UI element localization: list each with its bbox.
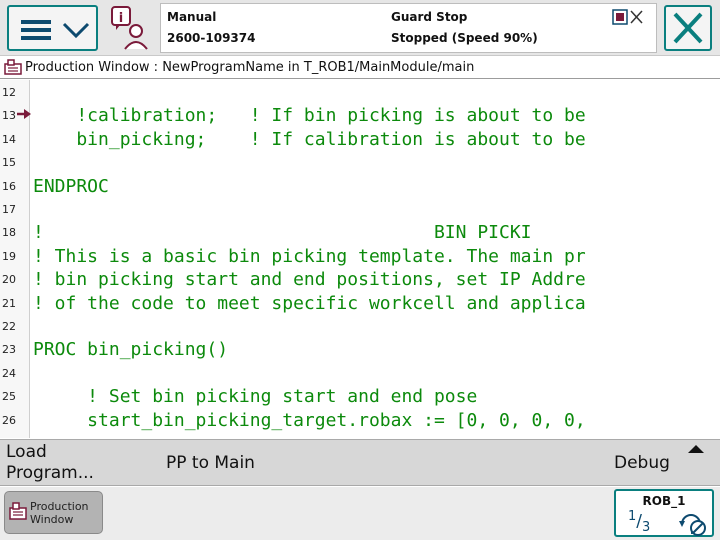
task-bar: Production Window ROB_1 1/3 bbox=[0, 487, 720, 540]
code-line[interactable]: 14 bin_picking; ! If calibration is abou… bbox=[0, 127, 720, 150]
code-line[interactable]: 16 ENDPROC bbox=[0, 174, 720, 197]
line-number: 13 bbox=[2, 109, 16, 123]
code-line[interactable]: 13 !calibration; ! If bin picking is abo… bbox=[0, 103, 720, 126]
code-line[interactable]: 21 ! of the code to meet specific workcel… bbox=[0, 291, 720, 314]
run-mode-icon bbox=[679, 514, 706, 536]
code-line[interactable]: 12 bbox=[0, 80, 720, 103]
line-number: 16 bbox=[2, 179, 16, 193]
line-number: 20 bbox=[2, 273, 16, 287]
line-number: 15 bbox=[2, 156, 16, 170]
safety-state: Guard Stop bbox=[391, 10, 468, 24]
close-icon bbox=[673, 12, 703, 44]
program-pointer-arrow-icon bbox=[17, 109, 31, 120]
code-line[interactable]: 24 bbox=[0, 361, 720, 384]
command-bar: Load Program... PP to Main Debug bbox=[0, 439, 720, 486]
line-number: 24 bbox=[2, 366, 16, 380]
debug-menu-button[interactable]: Debug bbox=[614, 453, 670, 474]
hamburger-menu-icon bbox=[21, 20, 51, 40]
increment-denominator: 3 bbox=[642, 520, 651, 536]
line-number: 17 bbox=[2, 203, 16, 216]
event-log-icon: i bbox=[111, 6, 148, 50]
mechanical-unit-label: ROB_1 bbox=[642, 494, 686, 508]
task-label-line1: Production bbox=[30, 500, 89, 513]
code-text: !calibration; ! If bin picking is about … bbox=[33, 105, 586, 127]
increment-indicator: 1/3 bbox=[628, 509, 651, 536]
production-window-icon bbox=[4, 59, 22, 75]
code-text: bin_picking; ! If calibration is about t… bbox=[33, 128, 586, 150]
close-button[interactable] bbox=[664, 5, 712, 51]
production-window-task-button[interactable]: Production Window bbox=[4, 491, 103, 534]
load-program-label-line1: Load bbox=[6, 442, 47, 462]
caret-up-icon bbox=[688, 445, 704, 453]
code-line[interactable]: 15 bbox=[0, 150, 720, 173]
line-number: 21 bbox=[2, 296, 16, 310]
line-number: 14 bbox=[2, 132, 16, 146]
code-line[interactable]: 26 start_bin_picking_target.robax := [0,… bbox=[0, 408, 720, 431]
top-status-bar: i Manual 2600-109374 Guard Stop Stopped … bbox=[0, 0, 720, 56]
pp-to-main-button[interactable]: PP to Main bbox=[166, 453, 255, 474]
window-title: Production Window : NewProgramName in T_… bbox=[25, 60, 475, 75]
task-label-line2: Window bbox=[30, 513, 74, 526]
production-window-icon bbox=[9, 502, 27, 520]
line-number: 12 bbox=[2, 86, 16, 99]
quickset-menu-button[interactable]: ROB_1 1/3 bbox=[614, 489, 714, 537]
increment-numerator: 1 bbox=[628, 509, 637, 524]
chevron-down-icon bbox=[62, 22, 90, 39]
svg-text:i: i bbox=[119, 11, 123, 26]
code-text: ! This is a basic bin picking template. … bbox=[33, 245, 586, 267]
line-number: 25 bbox=[2, 390, 16, 404]
line-number: 19 bbox=[2, 249, 16, 263]
line-number: 18 bbox=[2, 226, 16, 240]
line-number: 26 bbox=[2, 413, 16, 427]
code-line[interactable]: 19 ! This is a basic bin picking template… bbox=[0, 244, 720, 267]
production-window-task-label: Production Window bbox=[30, 500, 100, 526]
code-text: ! bin picking start and end positions, s… bbox=[33, 269, 586, 291]
code-text: ! BIN PICKI bbox=[33, 222, 532, 244]
main-menu-button[interactable] bbox=[7, 5, 98, 51]
motor-state: Stopped (Speed 90%) bbox=[391, 31, 538, 45]
load-program-label-line2: Program... bbox=[6, 463, 94, 483]
program-editor[interactable]: 12 13 !calibration; ! If bin picking is a… bbox=[0, 80, 720, 438]
controller-serial: 2600-109374 bbox=[167, 31, 256, 45]
code-text: ENDPROC bbox=[33, 175, 109, 197]
code-line[interactable]: 22 bbox=[0, 314, 720, 337]
window-controls-icon bbox=[612, 9, 643, 25]
event-log-button[interactable]: i bbox=[106, 3, 156, 53]
code-line[interactable]: 18 ! BIN PICKI bbox=[0, 220, 720, 243]
controller-status-panel[interactable]: Manual 2600-109374 Guard Stop Stopped (S… bbox=[160, 3, 657, 53]
code-line[interactable]: 25 ! Set bin picking start and end pose bbox=[0, 384, 720, 407]
code-text: PROC bin_picking() bbox=[33, 339, 229, 361]
line-number: 22 bbox=[2, 320, 16, 333]
code-text: start_bin_picking_target.robax := [0, 0,… bbox=[33, 409, 586, 431]
operating-mode: Manual bbox=[167, 10, 217, 24]
window-title-bar: Production Window : NewProgramName in T_… bbox=[0, 57, 720, 79]
code-line[interactable]: 23 PROC bin_picking() bbox=[0, 337, 720, 360]
code-text: ! of the code to meet specific workcell … bbox=[33, 292, 586, 314]
code-line[interactable]: 20 ! bin picking start and end positions,… bbox=[0, 267, 720, 290]
code-text: ! Set bin picking start and end pose bbox=[33, 386, 478, 408]
code-line[interactable]: 17 bbox=[0, 197, 720, 220]
line-number: 23 bbox=[2, 343, 16, 357]
load-program-button[interactable]: Load Program... bbox=[6, 442, 116, 484]
